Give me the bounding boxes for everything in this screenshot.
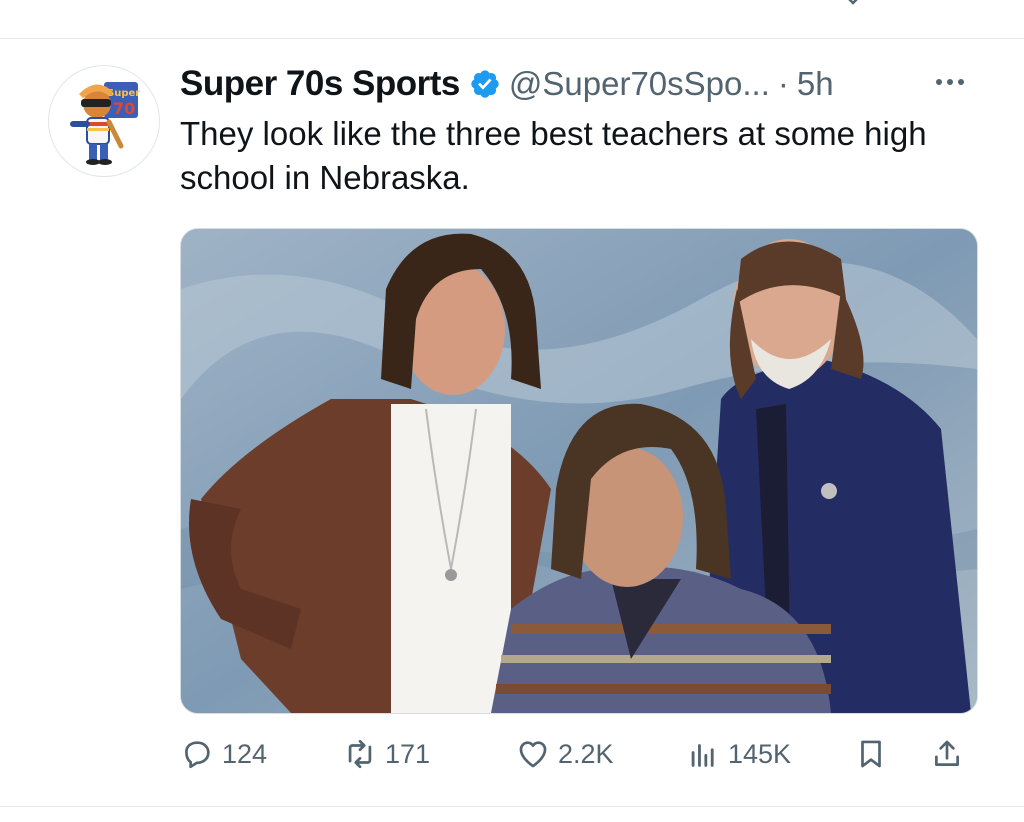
reply-count: 124	[222, 738, 268, 769]
repost-count: 171	[385, 738, 431, 769]
tweet-header: Super 70s Sports @Super70sSpo... · 5h	[180, 62, 834, 106]
reply-button[interactable]: 124	[180, 732, 267, 776]
author-name[interactable]: Super 70s Sports	[180, 64, 460, 104]
tweet-card[interactable]: Super 70 Super 70s Sports @Super70sSpo..…	[0, 0, 1024, 806]
more-options-icon[interactable]	[936, 72, 972, 92]
heart-icon	[519, 741, 547, 768]
author-handle[interactable]: @Super70sSpo...	[509, 65, 770, 103]
tweet-actions: 124 171 2.2K 145K	[180, 732, 980, 776]
tweet-photo[interactable]	[180, 228, 978, 714]
views-button[interactable]: 145K	[686, 732, 791, 776]
share-button[interactable]	[930, 732, 972, 776]
photo-three-men-icon	[181, 229, 977, 713]
separator: ·	[777, 65, 789, 102]
repost-icon	[348, 739, 372, 769]
repost-button[interactable]: 171	[343, 732, 430, 776]
views-icon	[691, 744, 714, 767]
views-count: 145K	[728, 738, 792, 769]
tweet-text: They look like the three best teachers a…	[180, 115, 927, 196]
verified-badge-icon[interactable]	[469, 68, 501, 100]
share-icon	[935, 740, 959, 766]
like-count: 2.2K	[558, 738, 614, 769]
like-button[interactable]: 2.2K	[516, 732, 614, 776]
svg-text:Super: Super	[107, 88, 140, 99]
avatar[interactable]: Super 70	[48, 65, 160, 177]
bookmark-icon	[861, 740, 881, 768]
super-70s-sports-logo-icon: Super 70	[70, 82, 140, 165]
tweet-divider	[0, 806, 1024, 807]
reply-icon	[185, 741, 210, 769]
timestamp[interactable]: 5h	[797, 65, 834, 103]
bookmark-button[interactable]	[854, 732, 896, 776]
svg-text:70: 70	[113, 99, 135, 118]
